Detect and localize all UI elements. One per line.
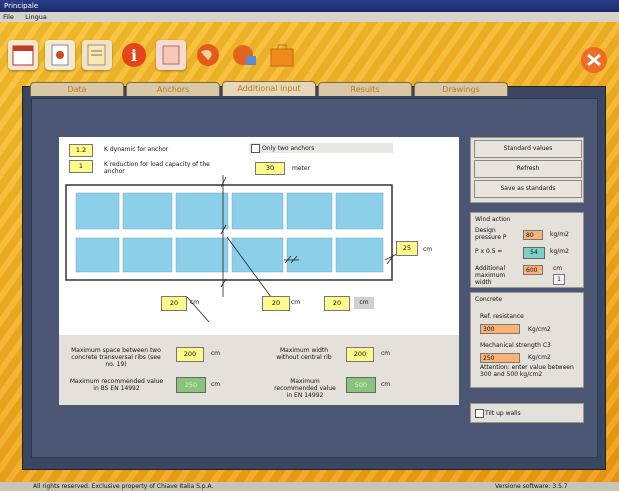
mech-strength-field[interactable]: 250 [480,353,520,363]
p-factor-unit: kg/m2 [550,248,569,255]
tab-results[interactable]: Results [318,82,412,96]
right-dim-field[interactable]: 25 [396,241,418,256]
version-text: Versione software: 3.5.7 [495,483,568,490]
svg-text:i: i [131,46,137,65]
recommended-en2-field: 500 [346,377,376,393]
briefcase-icon[interactable] [267,40,297,70]
recommended-en-label: Maximum recommended value in BS EN 14992 [69,378,164,392]
menu-file[interactable]: File [3,12,14,22]
additional-width-spinner[interactable]: 1 [553,274,565,285]
document-icon[interactable] [82,40,112,70]
world-user-icon[interactable] [230,40,260,70]
p-factor-field: 54 [523,247,545,259]
toolbar: i [8,40,297,78]
design-pressure-label: Design pressure P [475,227,507,241]
mid-bottom-dim-field[interactable]: 20 [262,296,290,311]
tilt-up-label: Tilt up walls [485,410,521,417]
mech-strength-unit: Kg/cm2 [528,354,551,361]
copyright-text: All rights reserved. Exclusive property … [33,483,214,490]
anchor-doc-icon[interactable] [45,40,75,70]
recommended-en-unit: cm [211,381,221,388]
save-as-standards-button[interactable]: Save as standards [474,180,582,198]
ribs-section: Maximum space between two concrete trans… [59,335,459,405]
max-space-unit: cm [211,350,221,357]
concrete-title: Concrete [475,296,503,303]
concrete-note: Attention: enter value between 300 and 5… [480,364,574,378]
design-pressure-unit: kg/m2 [550,231,569,238]
tilt-up-checkbox[interactable] [475,409,484,418]
wind-action-title: Wind action [475,216,511,223]
span-dim-unit: cm [354,297,374,309]
panel-drawing [65,175,404,323]
recommended-en-field: 250 [176,377,206,393]
recommended-en2-unit: cm [381,381,391,388]
mid-bottom-dim-unit: cm [291,299,301,306]
max-width-label: Maximum width without central rib [276,347,332,361]
ref-resistance-unit: Kg/cm2 [528,326,551,333]
left-bottom-dim-field[interactable]: 20 [161,296,187,311]
additional-width-label: Additional maximum width [475,265,506,286]
drawing-area: 1.2 K dynamic for anchor 1 K reduction f… [59,137,459,335]
tab-data[interactable]: Data [30,82,124,96]
calendar-icon[interactable] [8,40,38,70]
max-space-field[interactable]: 200 [176,347,204,362]
info-icon[interactable]: i [119,40,149,70]
tab-additional-input[interactable]: Additional input [222,81,316,96]
standard-values-button[interactable]: Standard values [474,140,582,158]
additional-width-unit: cm [553,265,563,272]
span-dim-field[interactable]: 20 [324,296,350,311]
additional-width-field[interactable]: 600 [523,265,543,275]
tab-anchors[interactable]: Anchors [126,82,220,96]
max-space-label: Maximum space between two concrete trans… [71,347,161,368]
status-bar: All rights reserved. Exclusive property … [0,482,619,491]
ref-resistance-field[interactable]: 300 [480,324,520,334]
left-bottom-dim-unit: cm [190,299,200,306]
wind-action-box: Wind action Design pressure P 80 kg/m2 P… [470,212,584,288]
recommended-en2-label: Maximum recommended value in EN 14992 [274,378,336,399]
tilt-up-row: Tilt up walls [470,403,584,423]
window-title: Principale [4,2,39,10]
mech-strength-label: Mechanical strength C3 [480,342,551,349]
p-factor-label: P x 0.5 = [475,248,503,255]
right-dim-unit: cm [423,246,433,253]
book-icon[interactable] [156,40,186,70]
design-pressure-field[interactable]: 80 [523,230,543,240]
tab-drawings[interactable]: Drawings [414,82,508,96]
title-bar: Principale [0,0,619,12]
menu-bar: File Lingua [0,12,619,22]
globe-icon[interactable] [193,40,223,70]
max-width-field[interactable]: 200 [346,347,374,362]
max-width-unit: cm [381,350,391,357]
concrete-box: Concrete Ref. resistance 300 Kg/cm2 Mech… [470,292,584,388]
refresh-button[interactable]: Refresh [474,160,582,178]
menu-language[interactable]: Lingua [25,12,47,22]
exit-icon[interactable] [579,45,609,75]
ref-resistance-label: Ref. resistance [480,313,524,320]
